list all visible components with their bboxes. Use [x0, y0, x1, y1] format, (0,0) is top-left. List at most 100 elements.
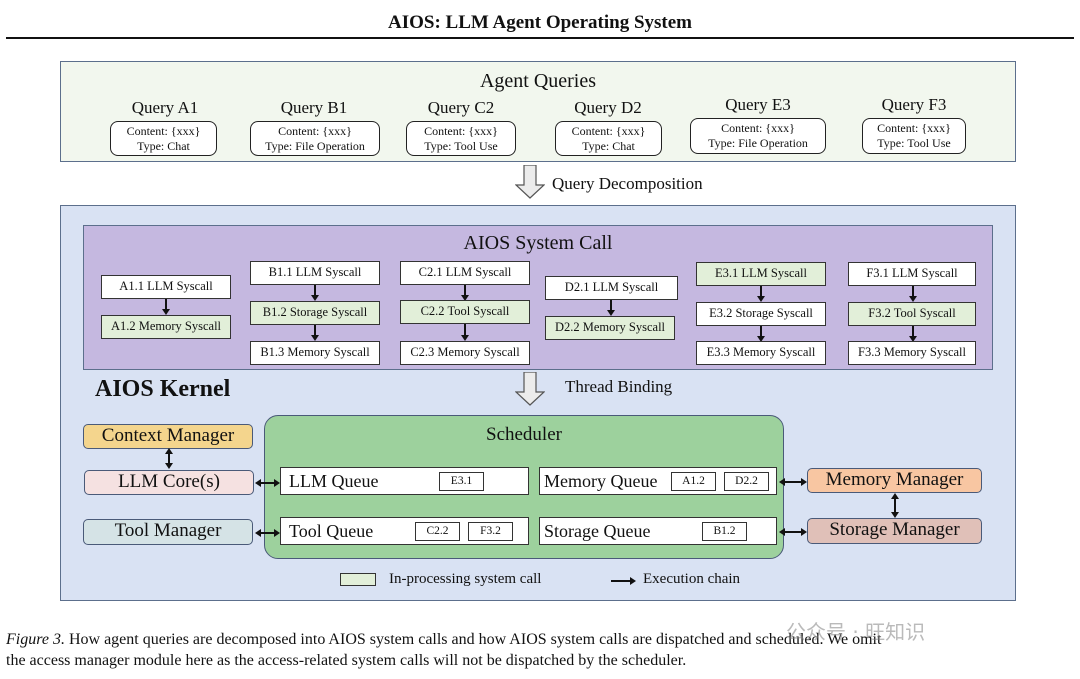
watermark: 公众号 · 旺知识: [786, 620, 926, 644]
query-content: Content: {xxx}: [877, 121, 951, 135]
arrow-head-icon: [891, 493, 899, 499]
queue-item: F3.2: [468, 522, 513, 541]
arrow-head-icon: [779, 528, 785, 536]
agent-queries-title: Agent Queries: [479, 70, 597, 92]
syscall-a1-1: A1.1 LLM Syscall: [101, 275, 231, 299]
queue-item: B1.2: [702, 522, 747, 541]
caption-text: How agent queries are decomposed into AI…: [64, 631, 882, 648]
chain-connector: [760, 286, 762, 296]
syscall-b1-3: B1.3 Memory Syscall: [250, 341, 380, 365]
query-box: Content: {xxx} Type: Chat: [555, 121, 662, 156]
syscall-e3-2: E3.2 Storage Syscall: [696, 302, 826, 326]
header-rule: [6, 37, 1074, 39]
queue-label: LLM Queue: [289, 471, 379, 491]
syscall-f3-2: F3.2 Tool Syscall: [848, 302, 976, 326]
syscall-e3-3: E3.3 Memory Syscall: [696, 341, 826, 365]
llm-cores: LLM Core(s): [84, 470, 254, 495]
syscall-c2-3: C2.3 Memory Syscall: [400, 341, 530, 365]
syscall-c2-1: C2.1 LLM Syscall: [400, 261, 530, 285]
storage-manager: Storage Manager: [807, 518, 982, 544]
syscall-c2-2: C2.2 Tool Syscall: [400, 300, 530, 324]
query-type: Type: File Operation: [708, 136, 808, 150]
arrow-head-icon: [165, 463, 173, 469]
chain-connector: [610, 300, 612, 310]
query-label: Query A1: [131, 98, 199, 117]
query-content: Content: {xxx}: [571, 124, 646, 138]
tool-queue: Tool Queue C2.2 F3.2: [280, 517, 529, 545]
chain-connector: [314, 325, 316, 335]
down-arrow-icon: [515, 165, 545, 199]
thread-binding-label: Thread Binding: [565, 377, 673, 396]
arrow-head-icon: [630, 577, 636, 585]
query-type: Type: Tool Use: [877, 136, 951, 150]
figure-label: Figure 3.: [6, 631, 65, 648]
syscall-d2-1: D2.1 LLM Syscall: [545, 276, 678, 300]
query-box: Content: {xxx} Type: Chat: [110, 121, 217, 156]
paper-title: AIOS: LLM Agent Operating System: [388, 12, 692, 33]
arrow-head-icon: [255, 529, 261, 537]
queue-item: A1.2: [671, 472, 716, 491]
query-type: Type: File Operation: [265, 139, 365, 153]
bidirectional-connector: [784, 481, 802, 483]
legend-in-processing: In-processing system call: [389, 571, 542, 587]
query-content: Content: {xxx}: [721, 121, 795, 135]
query-content: Content: {xxx}: [424, 124, 498, 138]
query-decomposition-label: Query Decomposition: [552, 174, 703, 193]
arrow-head-icon: [274, 479, 280, 487]
scheduler-title: Scheduler: [486, 424, 562, 445]
query-box: Content: {xxx} Type: File Operation: [250, 121, 380, 156]
legend-swatch-in-processing: [340, 573, 376, 586]
arrow-head-icon: [165, 448, 173, 454]
query-box: Content: {xxx} Type: Tool Use: [862, 118, 966, 154]
tool-manager: Tool Manager: [83, 519, 253, 545]
query-label: Query D2: [574, 98, 642, 117]
chain-connector: [314, 285, 316, 295]
syscall-f3-3: F3.3 Memory Syscall: [848, 341, 976, 365]
queue-label: Memory Queue: [544, 471, 658, 491]
queue-item: C2.2: [415, 522, 460, 541]
down-arrow-icon: [515, 372, 545, 406]
legend-arrow-line: [611, 580, 631, 582]
query-box: Content: {xxx} Type: Tool Use: [406, 121, 516, 156]
arrow-head-icon: [779, 478, 785, 486]
query-box: Content: {xxx} Type: File Operation: [690, 118, 826, 154]
syscall-b1-1: B1.1 LLM Syscall: [250, 261, 380, 285]
memory-queue: Memory Queue A1.2 D2.2: [539, 467, 777, 495]
query-label: Query B1: [280, 98, 348, 117]
query-content: Content: {xxx}: [278, 124, 352, 138]
syscall-a1-2: A1.2 Memory Syscall: [101, 315, 231, 339]
chain-connector: [912, 326, 914, 336]
chain-connector: [912, 286, 914, 296]
syscall-e3-1: E3.1 LLM Syscall: [696, 262, 826, 286]
system-call-title: AIOS System Call: [463, 232, 613, 254]
arrow-head-icon: [255, 479, 261, 487]
query-type: Type: Chat: [137, 139, 190, 153]
query-type: Type: Chat: [582, 139, 635, 153]
query-label: Query E3: [725, 95, 791, 114]
query-label: Query C2: [427, 98, 495, 117]
figure-caption-line-2: the access manager module here as the ac…: [6, 652, 687, 669]
chain-connector: [464, 324, 466, 335]
aios-kernel-title: AIOS Kernel: [95, 376, 231, 402]
query-content: Content: {xxx}: [126, 124, 201, 138]
query-label: Query F3: [881, 95, 947, 114]
context-manager: Context Manager: [83, 424, 253, 449]
chain-connector: [165, 299, 167, 309]
bidirectional-connector: [784, 531, 802, 533]
query-type: Type: Tool Use: [424, 139, 498, 153]
syscall-b1-2: B1.2 Storage Syscall: [250, 301, 380, 325]
arrow-head-icon: [274, 529, 280, 537]
queue-label: Storage Queue: [544, 521, 651, 541]
queue-item: E3.1: [439, 472, 484, 491]
chain-connector: [760, 326, 762, 336]
chain-connector: [464, 285, 466, 295]
storage-queue: Storage Queue B1.2: [539, 517, 777, 545]
llm-queue: LLM Queue E3.1: [280, 467, 529, 495]
queue-item: D2.2: [724, 472, 769, 491]
syscall-d2-2: D2.2 Memory Syscall: [545, 316, 675, 340]
memory-manager: Memory Manager: [807, 468, 982, 493]
legend-execution-chain: Execution chain: [643, 571, 741, 587]
figure-caption-line-1: Figure 3. How agent queries are decompos…: [6, 629, 881, 651]
queue-label: Tool Queue: [289, 521, 374, 541]
syscall-f3-1: F3.1 LLM Syscall: [848, 262, 976, 286]
